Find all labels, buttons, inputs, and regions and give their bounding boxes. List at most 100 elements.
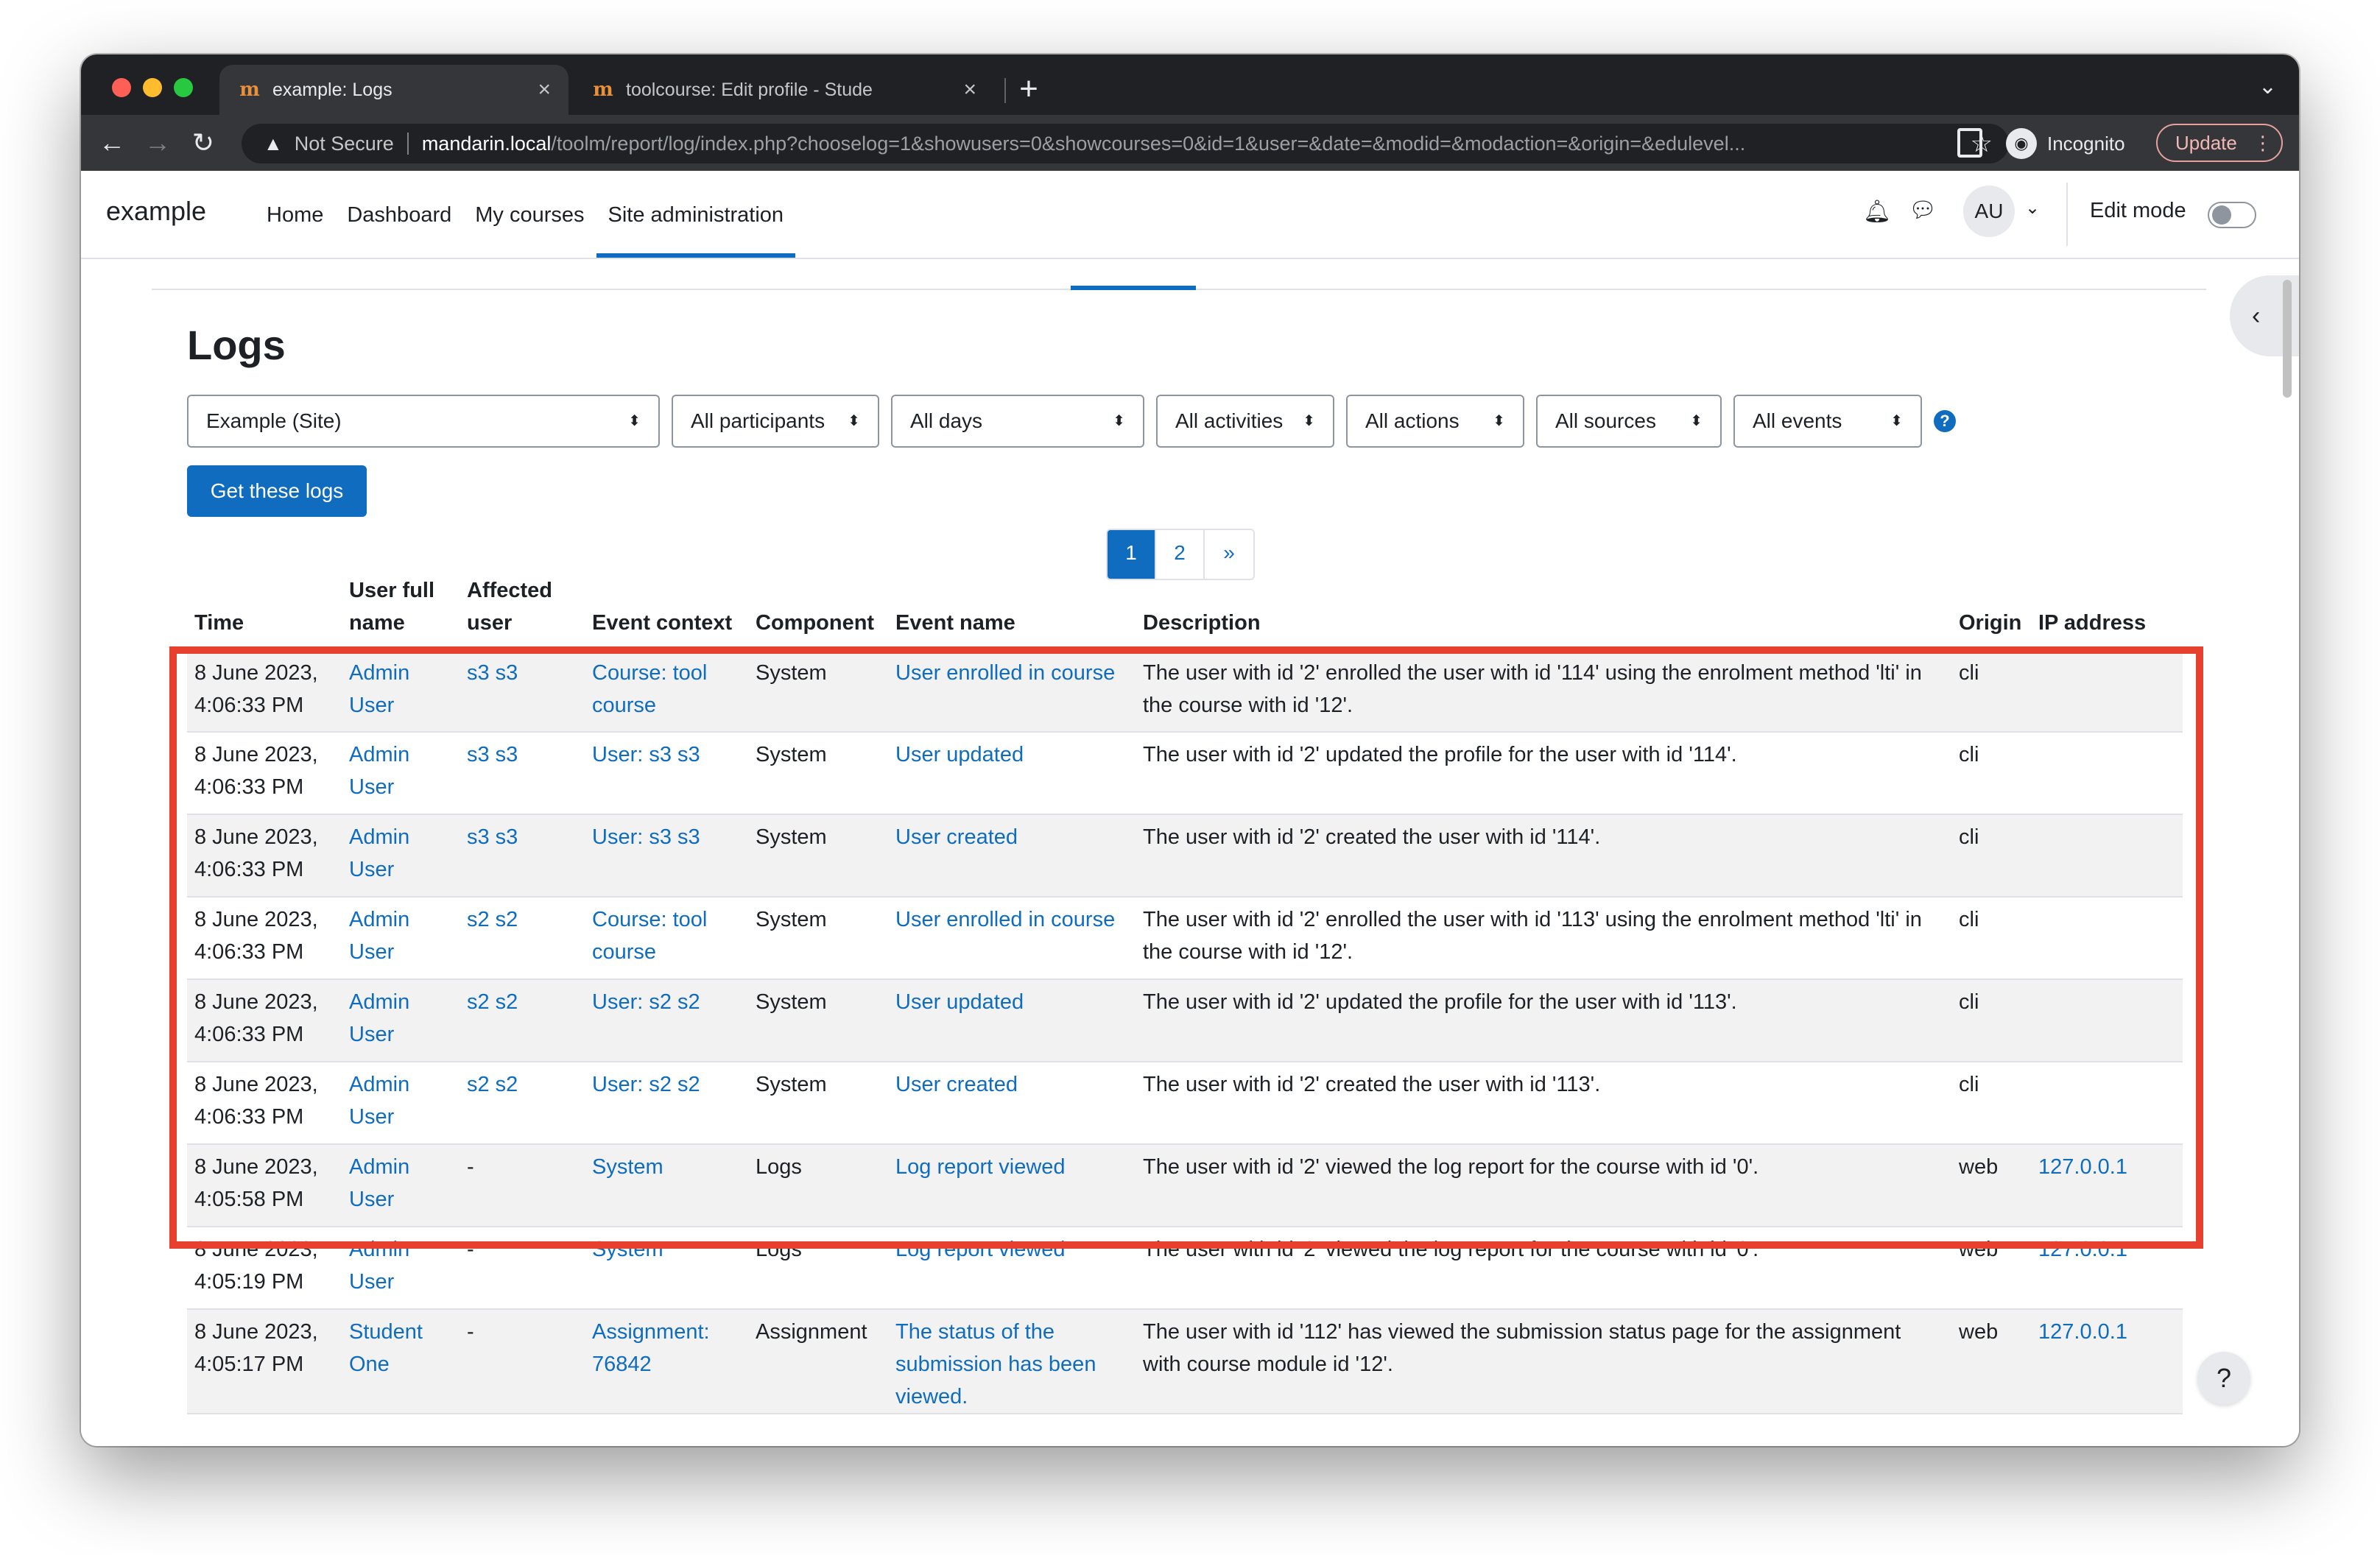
column-header-ip-address[interactable]: IP address [2031, 563, 2183, 651]
user-link[interactable]: Admin User [349, 1238, 409, 1294]
security-status[interactable]: Not Secure [295, 133, 394, 155]
user-link[interactable]: Admin User [349, 1155, 409, 1211]
event-link[interactable]: User updated [895, 990, 1024, 1014]
get-these-logs-button[interactable]: Get these logs [187, 465, 367, 517]
side-panel-icon[interactable] [1957, 128, 1982, 158]
chevron-down-icon[interactable]: ⌄ [2025, 197, 2040, 219]
affected-user-link[interactable]: s3 s3 [467, 661, 518, 685]
browser-tab-logs[interactable]: m example: Logs × [219, 65, 568, 115]
column-header-description[interactable]: Description [1136, 563, 1951, 651]
user-link[interactable]: Student One [349, 1320, 423, 1376]
user-link[interactable]: Admin User [349, 990, 409, 1046]
help-fab-button[interactable]: ? [2197, 1352, 2250, 1405]
user-link[interactable]: Admin User [349, 743, 409, 799]
edit-mode-toggle[interactable] [2208, 202, 2256, 228]
actions-select[interactable]: All actions ⬍ [1346, 395, 1524, 448]
column-header-event-context[interactable]: Event context [585, 563, 748, 651]
table-row: 8 June 2023, 4:06:33 PM Admin User s2 s2… [187, 897, 2183, 980]
column-header-origin[interactable]: Origin [1951, 563, 2031, 651]
ip-link[interactable]: 127.0.0.1 [2038, 1155, 2127, 1179]
activities-select[interactable]: All activities ⬍ [1156, 395, 1334, 448]
user-link[interactable]: Admin User [349, 1073, 409, 1129]
column-header-event-name[interactable]: Event name [888, 563, 1136, 651]
nav-link-home[interactable]: Home [255, 171, 335, 258]
events-select[interactable]: All events ⬍ [1733, 395, 1922, 448]
user-link[interactable]: Admin User [349, 661, 409, 717]
sort-caret-icon: ⬍ [1890, 413, 1903, 429]
arrow-left-icon[interactable]: ← [94, 125, 130, 161]
cell-description: The user with id '112' has viewed the su… [1136, 1309, 1951, 1414]
cell-ip: 127.0.0.1 [2031, 1309, 2183, 1414]
days-select[interactable]: All days ⬍ [891, 395, 1144, 448]
user-link[interactable]: Admin User [349, 825, 409, 881]
page-scrollbar[interactable] [2283, 280, 2292, 398]
affected-user-link[interactable]: s2 s2 [467, 1073, 518, 1096]
ip-link[interactable]: 127.0.0.1 [2038, 1238, 2127, 1261]
cell-context: Assignment: 76842 [585, 1309, 748, 1414]
arrow-right-icon[interactable]: → [140, 125, 175, 161]
cell-context: System [585, 1144, 748, 1227]
page-title: Logs [187, 322, 286, 368]
course-select[interactable]: Example (Site) ⬍ [187, 395, 660, 448]
cell-event: User created [888, 1062, 1136, 1145]
column-header-time[interactable]: Time [187, 563, 342, 651]
bell-icon[interactable]: 🔔︎ [1863, 199, 1891, 225]
update-button[interactable]: Update ⋮ [2156, 124, 2283, 162]
reload-icon[interactable]: ↻ [186, 125, 221, 161]
affected-user-link[interactable]: s3 s3 [467, 825, 518, 849]
cell-origin: cli [1951, 649, 2031, 733]
context-link[interactable]: User: s3 s3 [592, 743, 700, 766]
context-link[interactable]: Assignment: 76842 [592, 1320, 710, 1376]
event-link[interactable]: User enrolled in course [895, 908, 1115, 931]
column-header-component[interactable]: Component [748, 563, 888, 651]
event-link[interactable]: Log report viewed [895, 1238, 1066, 1261]
close-tab-icon[interactable]: × [538, 77, 551, 102]
context-link[interactable]: User: s3 s3 [592, 825, 700, 849]
address-bar[interactable]: ▲ Not Secure mandarin.local /toolm/repor… [242, 124, 2009, 163]
site-brand[interactable]: example [106, 196, 206, 227]
column-header-user-full-name[interactable]: User full name [342, 563, 460, 651]
cell-component: Assignment [748, 1309, 888, 1414]
sort-caret-icon: ⬍ [1303, 413, 1315, 429]
event-link[interactable]: User created [895, 825, 1018, 849]
tab-separator [1004, 78, 1006, 103]
event-link[interactable]: The status of the submission has been vi… [895, 1320, 1096, 1408]
event-link[interactable]: User updated [895, 743, 1024, 766]
context-link[interactable]: Course: tool course [592, 908, 707, 964]
maximize-window-button[interactable] [174, 78, 193, 97]
affected-user-link[interactable]: s3 s3 [467, 743, 518, 766]
column-header-affected-user[interactable]: Affected user [460, 563, 585, 651]
context-link[interactable]: System [592, 1238, 663, 1261]
tab-search-icon[interactable]: ⌄ [2258, 74, 2277, 99]
nav-link-my-courses[interactable]: My courses [463, 171, 596, 258]
question-circle-icon[interactable]: ? [1934, 410, 1956, 432]
affected-user-link[interactable]: s2 s2 [467, 908, 518, 931]
event-link[interactable]: User created [895, 1073, 1018, 1096]
context-link[interactable]: Course: tool course [592, 661, 707, 717]
nav-link-dashboard[interactable]: Dashboard [335, 171, 463, 258]
event-link[interactable]: Log report viewed [895, 1155, 1066, 1179]
chat-bubble-icon[interactable]: 💬︎ [1909, 197, 1937, 223]
cell-origin: cli [1951, 979, 2031, 1062]
close-window-button[interactable] [112, 78, 131, 97]
participants-select[interactable]: All participants ⬍ [672, 395, 879, 448]
ip-link[interactable]: 127.0.0.1 [2038, 1320, 2127, 1344]
avatar[interactable]: AU [1963, 186, 2015, 237]
sources-select[interactable]: All sources ⬍ [1536, 395, 1722, 448]
kebab-menu-icon[interactable]: ⋮ [2253, 132, 2272, 155]
cell-affected-user: s3 s3 [460, 732, 585, 815]
new-tab-button[interactable]: + [1010, 71, 1047, 107]
context-link[interactable]: User: s2 s2 [592, 1073, 700, 1096]
secondary-nav-active-indicator [1071, 286, 1196, 290]
affected-user-link[interactable]: s2 s2 [467, 990, 518, 1014]
browser-tab-edit-profile[interactable]: m toolcourse: Edit profile - Stude × [573, 65, 994, 115]
close-tab-icon[interactable]: × [963, 77, 976, 102]
nav-link-site-administration[interactable]: Site administration [596, 171, 796, 258]
event-link[interactable]: User enrolled in course [895, 661, 1115, 685]
minimize-window-button[interactable] [143, 78, 162, 97]
context-link[interactable]: System [592, 1155, 663, 1179]
incognito-indicator[interactable]: ◉ Incognito [2006, 124, 2125, 163]
table-row: 8 June 2023, 4:06:33 PM Admin User s3 s3… [187, 814, 2183, 898]
user-link[interactable]: Admin User [349, 908, 409, 964]
context-link[interactable]: User: s2 s2 [592, 990, 700, 1014]
